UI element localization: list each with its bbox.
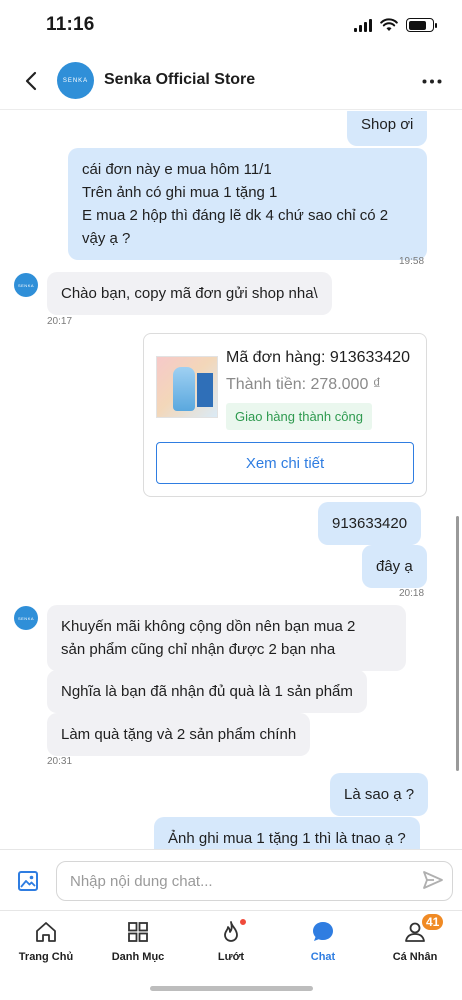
tab-label: Trang Chủ bbox=[18, 951, 74, 963]
home-icon bbox=[36, 922, 56, 942]
status-time: 11:16 bbox=[46, 14, 95, 35]
scrollbar[interactable] bbox=[456, 516, 459, 771]
tab-categories[interactable]: Danh Mục bbox=[92, 919, 184, 973]
tab-label: Danh Mục bbox=[111, 951, 165, 963]
bottom-tab-bar: Trang Chủ Danh Mục Lướt Chat 41 Cá Nhân bbox=[0, 910, 462, 1000]
store-mini-avatar[interactable]: SENKA bbox=[14, 606, 38, 630]
tab-chat[interactable]: Chat bbox=[277, 919, 369, 973]
home-indicator[interactable] bbox=[150, 986, 313, 991]
tab-profile[interactable]: 41 Cá Nhân bbox=[369, 912, 461, 973]
more-options-button[interactable] bbox=[420, 70, 444, 92]
store-name[interactable]: Senka Official Store bbox=[104, 71, 255, 89]
store-avatar-logo-text: SENKA bbox=[62, 77, 89, 84]
message-outgoing[interactable]: đây ạ bbox=[362, 545, 427, 588]
send-icon bbox=[423, 871, 443, 889]
store-mini-avatar[interactable]: SENKA bbox=[14, 273, 38, 297]
notification-badge: 41 bbox=[420, 912, 446, 932]
battery-icon bbox=[406, 18, 437, 32]
message-outgoing[interactable]: Là sao ạ ? bbox=[330, 773, 429, 816]
tab-label: Cá Nhân bbox=[392, 951, 438, 963]
notification-dot bbox=[239, 918, 247, 926]
tab-label: Lướt bbox=[217, 951, 245, 963]
chat-input-bar bbox=[0, 849, 462, 910]
message-outgoing[interactable]: 913633420 bbox=[318, 502, 422, 545]
tab-label: Chat bbox=[310, 951, 336, 963]
send-button[interactable] bbox=[422, 870, 446, 892]
chat-bubble-icon bbox=[313, 922, 333, 941]
message-time: 20:31 bbox=[47, 756, 73, 767]
message-incoming[interactable]: Chào bạn, copy mã đơn gửi shop nha\ bbox=[47, 272, 332, 315]
message-time: 20:17 bbox=[47, 316, 73, 327]
message-time: 19:58 bbox=[399, 256, 425, 267]
grid-icon bbox=[128, 922, 148, 942]
order-total: Thành tiền: 278.000 ₫ bbox=[226, 376, 381, 393]
status-icons bbox=[354, 18, 437, 32]
store-avatar[interactable]: SENKA bbox=[57, 62, 94, 99]
image-icon bbox=[18, 871, 38, 891]
chat-header: SENKA Senka Official Store bbox=[0, 52, 462, 110]
message-incoming[interactable]: Nghĩa là bạn đã nhận đủ quà là 1 sản phẩ… bbox=[47, 670, 367, 713]
message-input[interactable] bbox=[56, 861, 453, 901]
more-horizontal-icon bbox=[422, 79, 442, 83]
message-time: 20:18 bbox=[399, 588, 425, 599]
tab-feed[interactable]: Lướt bbox=[185, 918, 277, 973]
message-incoming[interactable]: Khuyến mãi không cộng dồn nên bạn mua 2 … bbox=[47, 605, 406, 671]
back-button[interactable] bbox=[18, 68, 44, 94]
wifi-icon bbox=[380, 18, 398, 31]
message-list[interactable]: Shop ơi cái đơn này e mua hôm 11/1 Trên … bbox=[0, 111, 462, 849]
order-code: Mã đơn hàng: 913633420 bbox=[226, 349, 410, 366]
order-card[interactable]: Mã đơn hàng: 913633420 Thành tiền: 278.0… bbox=[143, 333, 427, 497]
message-outgoing[interactable]: Ảnh ghi mua 1 tặng 1 thì là tnao ạ ? bbox=[154, 817, 420, 849]
attach-image-button[interactable] bbox=[16, 869, 40, 893]
cellular-signal-icon bbox=[354, 18, 372, 32]
product-thumbnail bbox=[156, 356, 218, 418]
message-incoming[interactable]: Làm quà tặng và 2 sản phẩm chính bbox=[47, 713, 311, 756]
order-status-badge: Giao hàng thành công bbox=[226, 403, 372, 430]
view-details-button[interactable]: Xem chi tiết bbox=[156, 442, 414, 484]
message-outgoing[interactable]: cái đơn này e mua hôm 11/1 Trên ảnh có g… bbox=[68, 148, 427, 260]
status-bar: 11:16 bbox=[0, 0, 462, 52]
message-outgoing[interactable]: Shop ơi bbox=[347, 111, 428, 146]
chevron-left-icon bbox=[25, 71, 37, 91]
tab-home[interactable]: Trang Chủ bbox=[0, 919, 92, 973]
